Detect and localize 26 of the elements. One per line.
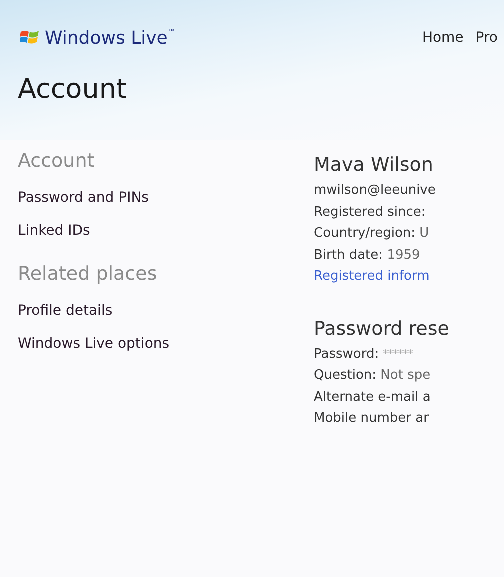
sidebar-link[interactable]: Password and PINs: [18, 190, 314, 206]
sidebar-link[interactable]: Profile details: [18, 303, 314, 319]
field-value: Not spe: [380, 368, 431, 383]
masked-password: ******: [383, 348, 414, 360]
field-value: U: [420, 226, 430, 241]
sidebar-link[interactable]: Windows Live options: [18, 336, 314, 352]
section-heading: Password rese: [314, 318, 450, 340]
windows-flag-icon: [20, 29, 40, 47]
nav-link[interactable]: Pro: [476, 30, 498, 46]
field-label: Birth date:: [314, 248, 384, 262]
profile-name: Mava Wilson: [314, 154, 434, 176]
field-label: Alternate e-mail a: [314, 390, 431, 404]
field-label: Password:: [314, 346, 380, 362]
section-heading: Related places: [18, 263, 158, 285]
page-title: Account: [18, 74, 128, 105]
info-link[interactable]: Registered inform: [314, 269, 430, 284]
field-value: 1959: [387, 248, 420, 262]
email-address: mwilson@leeunive: [314, 182, 437, 200]
field-label: Registered since:: [314, 204, 426, 220]
sidebar-link[interactable]: Linked IDs: [18, 223, 314, 239]
field-label: Mobile number ar: [314, 411, 429, 426]
nav-link[interactable]: Home: [422, 30, 464, 46]
section-heading: Account: [18, 150, 96, 172]
field-label: Country/region:: [314, 226, 416, 241]
field-label: Question:: [314, 368, 377, 383]
brand-name: Windows Live$^{™}$: [45, 28, 176, 48]
